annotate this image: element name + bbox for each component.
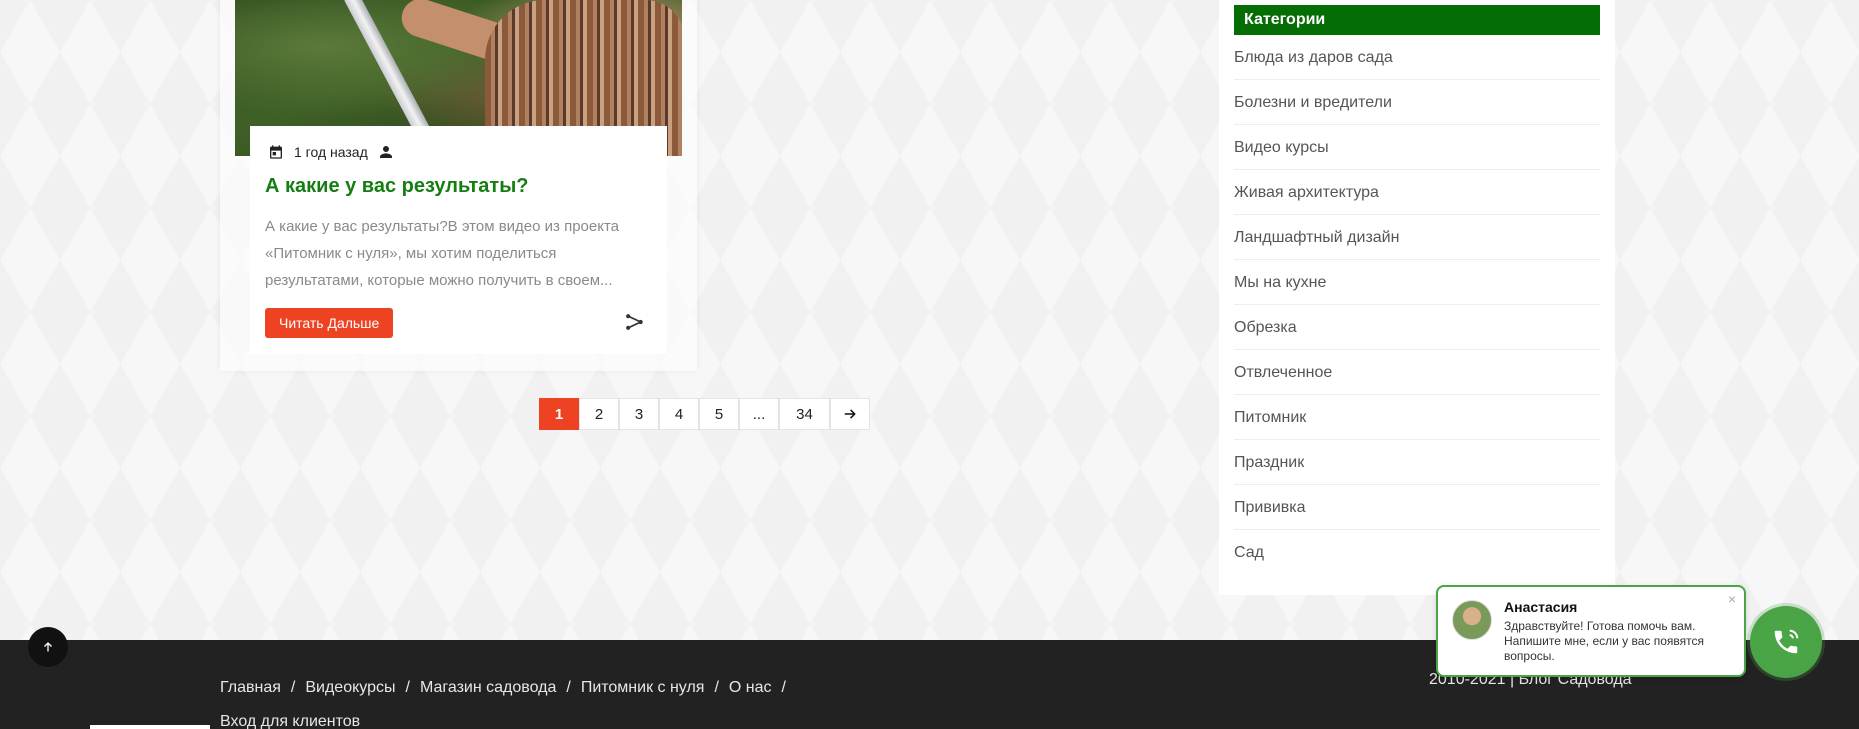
post-date: 1 год назад [294,144,368,160]
nav-separator: / [405,679,410,696]
phone-icon [1774,629,1799,654]
page-5[interactable]: 5 [699,398,739,430]
category-link[interactable]: Видео курсы [1234,125,1600,170]
category-link[interactable]: Блюда из даров сада [1234,35,1600,80]
post-card-body: 1 год назад А какие у вас результаты? А … [250,126,667,354]
page-4[interactable]: 4 [659,398,699,430]
calendar-icon [270,145,282,159]
footer-link-home[interactable]: Главная [220,679,281,696]
read-more-button[interactable]: Читать Дальше [265,308,394,338]
call-button[interactable] [1750,606,1822,678]
arrow-up-icon [44,642,52,652]
page-2[interactable]: 2 [579,398,619,430]
nav-separator: / [290,679,296,696]
page-3[interactable]: 3 [619,398,659,430]
page-1[interactable]: 1 [539,398,579,430]
category-link[interactable]: Прививка [1234,485,1600,530]
category-link[interactable]: Праздник [1234,440,1600,485]
share-icon[interactable] [624,312,644,332]
category-link[interactable]: Обрезка [1234,305,1600,350]
chat-agent-name: Анастасия [1504,599,1578,615]
next-page-button[interactable] [830,398,870,430]
category-link[interactable]: Живая архитектура [1234,170,1600,215]
footer-link-nursery[interactable]: Питомник с нуля [581,679,705,696]
footer-link-videocourses[interactable]: Видеокурсы [305,679,395,696]
nav-separator: / [781,679,786,696]
category-link[interactable]: Сад [1234,530,1600,575]
avatar [1452,600,1492,640]
category-link[interactable]: Мы на кухне [1234,260,1600,305]
post-excerpt: А какие у вас результаты?В этом видео из… [265,213,650,294]
footer-link-client-login[interactable]: Вход для клиентов [220,713,360,729]
excerpt-line: «Питомник с нуля», мы хотим поделиться [265,245,557,262]
excerpt-line: результатами, которые можно получить в с… [265,272,613,289]
category-link[interactable]: Питомник [1234,395,1600,440]
categories-list: Блюда из даров сада Болезни и вредители … [1234,35,1600,575]
footer-divider [90,725,210,729]
excerpt-line: А какие у вас результаты?В этом видео из… [265,218,619,235]
footer-link-shop[interactable]: Магазин садовода [420,679,556,696]
nav-separator: / [566,679,571,696]
category-link[interactable]: Болезни и вредители [1234,80,1600,125]
post-meta: 1 год назад [268,144,394,160]
page-34[interactable]: 34 [779,398,830,430]
pagination: 1 2 3 4 5 ... 34 [539,398,870,430]
chat-message: Здравствуйте! Готова помочь вам. Напишит… [1504,619,1705,663]
category-link[interactable]: Отвлеченное [1234,350,1600,395]
nav-separator: / [714,679,719,696]
footer-link-about[interactable]: О нас [729,679,772,696]
footer-nav: Главная / Видеокурсы / Магазин садовода / Пито… [220,671,840,729]
post-title[interactable]: А какие у вас результаты? [265,175,529,198]
close-icon[interactable]: × [1728,591,1736,607]
categories-widget: Категории Блюда из даров сада Болезни и … [1219,0,1615,595]
category-link[interactable]: Ландшафтный дизайн [1234,215,1600,260]
arrow-right-icon [844,409,856,419]
categories-heading: Категории [1234,5,1600,35]
user-icon[interactable] [378,144,394,160]
page-ellipsis: ... [739,398,779,430]
back-to-top-button[interactable] [28,627,68,667]
chat-popup[interactable]: Анастасия Здравствуйте! Готова помочь ва… [1436,585,1746,677]
